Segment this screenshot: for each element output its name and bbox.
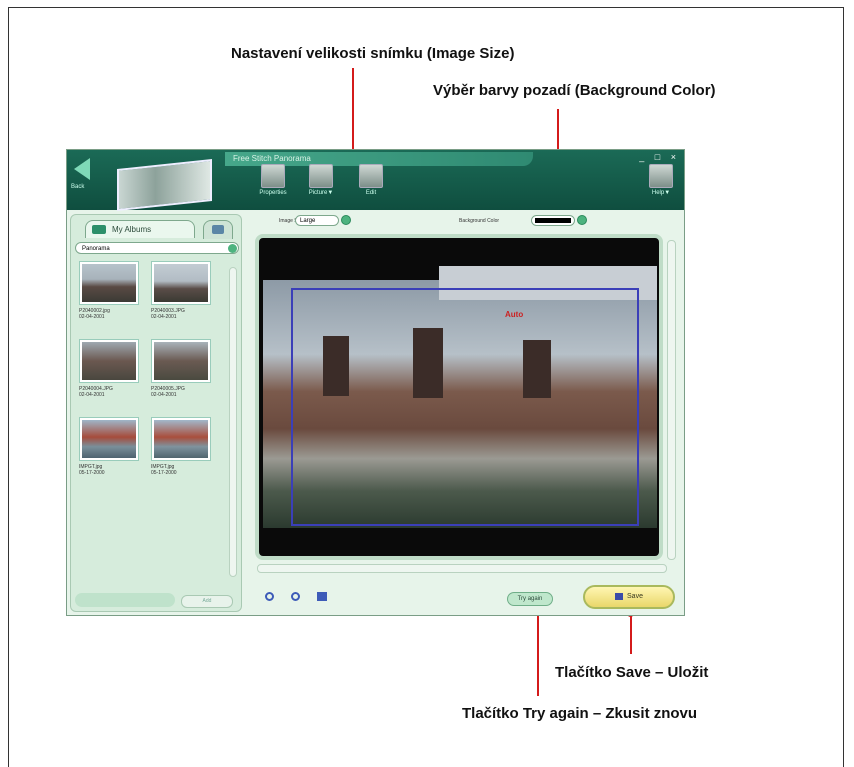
help-icon (649, 164, 673, 188)
settings-row: Image Size Large Background Color (243, 212, 683, 228)
callout-image-size: Nastavení velikosti snímku (Image Size) (231, 45, 515, 62)
callout-background-color: Výběr barvy pozadí (Background Color) (433, 82, 716, 99)
crop-rectangle[interactable] (291, 288, 639, 526)
app-window: Free Stitch Panorama _ □ × Back Properti… (66, 149, 685, 616)
properties-icon (261, 164, 285, 188)
thumbnail-item[interactable]: P2040005.JPG 02-04-2001 (151, 339, 213, 411)
back-label: Back (71, 184, 85, 190)
save-icon (615, 592, 624, 600)
thumbnail-item[interactable]: P2040002.jpg 02-04-2001 (79, 261, 141, 333)
save-label: Save (627, 593, 643, 600)
tab-my-albums-label: My Albums (112, 225, 152, 234)
help-button[interactable]: Help▼ (647, 164, 675, 196)
image-size-chevron-icon[interactable] (341, 215, 351, 225)
album-select[interactable]: Panorama (75, 242, 239, 254)
help-label: Help▼ (651, 190, 671, 196)
add-button[interactable]: Add (181, 595, 233, 608)
picture-button[interactable]: Picture▼ (307, 164, 335, 196)
back-arrow-icon (74, 158, 90, 180)
thumbnail-date: 02-04-2001 (79, 392, 105, 398)
panorama-thumbnail (117, 159, 212, 211)
tab-photos[interactable] (203, 220, 233, 239)
thumbnail-date: 05-17-2000 (151, 470, 177, 476)
bottom-bar: Try again Save (243, 582, 683, 612)
edit-label: Edit (365, 190, 377, 196)
zoom-in-icon[interactable] (265, 592, 274, 601)
preview-vertical-scrollbar[interactable] (667, 240, 676, 560)
thumbnail-item[interactable]: IMPGT.jpg 05-17-2000 (151, 417, 213, 489)
tab-my-albums[interactable]: My Albums (85, 220, 195, 238)
chevron-down-icon[interactable] (228, 244, 237, 253)
background-color-label: Background Color (459, 218, 500, 224)
zoom-out-icon[interactable] (291, 592, 300, 601)
album-select-value: Panorama (82, 246, 110, 252)
try-again-button[interactable]: Try again (507, 592, 553, 606)
leader-save (630, 612, 632, 654)
thumbnail-item[interactable]: IMPGT.jpg 05-17-2000 (79, 417, 141, 489)
title-bar: Free Stitch Panorama _ □ × Back Properti… (67, 150, 684, 211)
panorama-preview[interactable]: Auto (255, 234, 663, 560)
thumbnail-date: 02-04-2001 (151, 314, 177, 320)
preview-horizontal-scrollbar[interactable] (257, 564, 667, 573)
photos-icon (212, 225, 224, 234)
album-footer (75, 593, 175, 607)
leader-try-again (537, 606, 539, 696)
picture-label: Picture▼ (308, 190, 334, 196)
album-icon (92, 225, 106, 234)
thumbnail-date: 05-17-2000 (79, 470, 105, 476)
album-panel: My Albums Panorama P2040002.jpg 02-04-200… (70, 214, 242, 612)
thumbnail-item[interactable]: P2040004.JPG 02-04-2001 (79, 339, 141, 411)
callout-save: Tlačítko Save – Uložit (555, 664, 709, 681)
thumbnail-date: 02-04-2001 (151, 392, 177, 398)
back-button[interactable]: Back (71, 156, 97, 196)
background-color-chevron-icon[interactable] (577, 215, 587, 225)
properties-button[interactable]: Properties (259, 164, 287, 196)
picture-icon (309, 164, 333, 188)
album-scrollbar[interactable] (229, 267, 237, 577)
save-button[interactable]: Save (583, 585, 675, 609)
image-size-value: Large (300, 218, 316, 224)
fit-to-window-icon[interactable] (317, 592, 327, 601)
edit-icon (359, 164, 383, 188)
crop-label: Auto (505, 310, 524, 319)
callout-try-again: Tlačítko Try again – Zkusit znovu (462, 705, 698, 722)
thumbnail-item[interactable]: P2040003.JPG 02-04-2001 (151, 261, 213, 333)
image-size-select[interactable]: Large (295, 215, 339, 226)
window-controls[interactable]: _ □ × (639, 152, 680, 162)
properties-label: Properties (259, 190, 287, 196)
color-swatch (535, 218, 571, 223)
edit-button[interactable]: Edit (357, 164, 385, 196)
background-color-select[interactable] (531, 215, 575, 226)
thumbnail-date: 02-04-2001 (79, 314, 105, 320)
